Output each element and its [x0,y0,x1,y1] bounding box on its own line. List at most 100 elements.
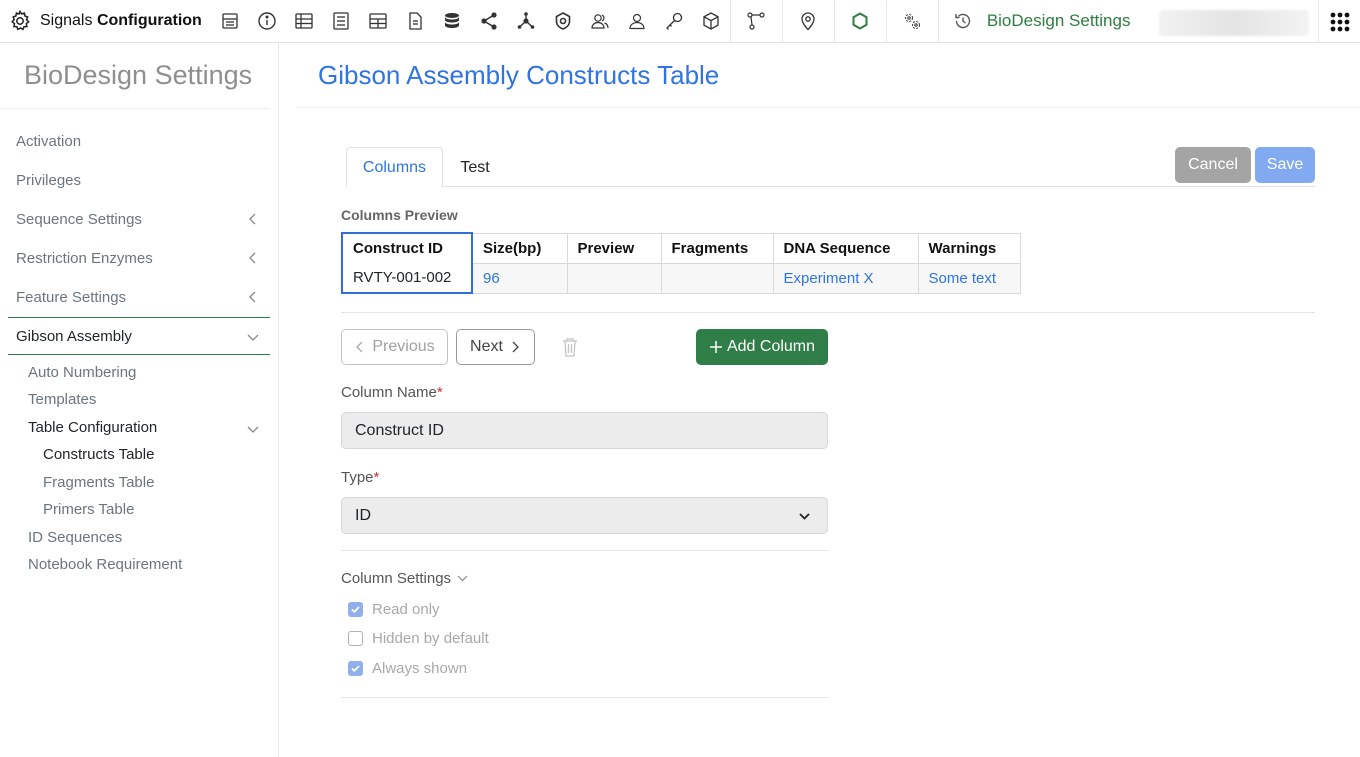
table-cell: RVTY-001-002 [341,263,473,294]
share-icon[interactable] [471,0,508,43]
divider [341,550,828,551]
type-select[interactable]: ID [341,497,828,534]
sidebar-item-restriction-enzymes[interactable]: Restriction Enzymes [8,239,270,277]
sidebar-subitem-id-sequences[interactable]: ID Sequences [28,529,122,546]
column-header-dna-sequence[interactable]: DNA Sequence [772,232,919,264]
location-pin-icon[interactable] [781,0,834,43]
sidebar-subsubitem-fragments-table[interactable]: Fragments Table [43,474,154,491]
column-name-label: Column Name* [341,384,443,401]
document-list-icon[interactable] [323,0,360,43]
chevron-left-icon [249,213,256,225]
info-icon[interactable] [249,0,286,43]
sidebar-subitem-notebook-requirement[interactable]: Notebook Requirement [28,556,182,573]
tab-test[interactable]: Test [446,147,504,188]
checkbox-label: Read only [372,601,440,618]
tab-bar: Columns Test [346,147,1315,188]
type-label: Type* [341,469,380,486]
chevron-left-icon [356,341,363,353]
sidebar-item-feature-settings[interactable]: Feature Settings [8,278,270,316]
main-content: Gibson Assembly Constructs Table Columns… [280,43,1360,757]
add-column-label: Add Column [726,338,816,355]
previous-label: Previous [372,338,435,355]
column-header-fragments[interactable]: Fragments [660,232,774,264]
key-icon[interactable] [656,0,693,43]
cancel-button[interactable]: Cancel [1175,147,1251,183]
sidebar-subitem-auto-numbering[interactable]: Auto Numbering [28,364,136,381]
checkbox-checked-icon [348,602,363,617]
previous-button[interactable]: Previous [341,329,448,365]
table-icon[interactable] [360,0,397,43]
shield-icon[interactable] [545,0,582,43]
table-cell: Some text [917,262,1021,294]
sidebar: BioDesign Settings Activation Privileges… [0,43,279,757]
save-button[interactable]: Save [1255,147,1315,183]
divider [296,107,1360,108]
checkbox-unchecked-icon [348,631,363,646]
chevron-left-icon [249,291,256,303]
columns-preview-table: Construct ID Size(bp) Preview Fragments … [341,232,1021,294]
chevron-down-icon [457,575,468,582]
hidden-by-default-checkbox[interactable]: Hidden by default [348,630,489,647]
sidebar-item-label: Activation [16,132,82,150]
column-header-construct-id[interactable]: Construct ID [341,232,473,263]
sidebar-subsubitem-constructs-table[interactable]: Constructs Table [43,446,154,463]
users-icon[interactable] [582,0,619,43]
history-icon [955,13,970,29]
path-icon[interactable] [729,0,782,43]
sidebar-subsubitem-primers-table[interactable]: Primers Table [43,501,134,518]
molecule-icon[interactable] [833,0,886,43]
sidebar-item-sequence-settings[interactable]: Sequence Settings [8,200,270,238]
user-menu[interactable] [1159,10,1309,36]
sidebar-item-gibson-assembly[interactable]: Gibson Assembly [8,317,270,355]
columns-preview-label: Columns Preview [341,207,458,223]
chevron-down-icon [247,334,259,341]
user-icon[interactable] [619,0,656,43]
table-cell [660,262,774,294]
cube-icon[interactable] [693,0,730,43]
sidebar-item-activation[interactable]: Activation [8,122,270,160]
app-brand[interactable]: Signals Configuration [0,0,202,43]
settings-gears-icon[interactable] [885,0,938,43]
add-column-button[interactable]: Add Column [696,329,828,365]
chevron-left-icon [249,252,256,264]
network-icon[interactable] [508,0,545,43]
column-settings-toggle[interactable]: Column Settings [341,570,469,587]
page-title: Gibson Assembly Constructs Table [318,60,720,90]
column-header-size[interactable]: Size(bp) [471,232,568,264]
app-launcher-button[interactable] [1318,0,1360,43]
grid-icon[interactable] [286,0,323,43]
trash-icon[interactable] [561,337,579,357]
column-header-preview[interactable]: Preview [566,232,662,264]
chevron-right-icon [512,341,519,353]
checkbox-checked-icon [348,661,363,676]
file-icon[interactable] [397,0,434,43]
sidebar-item-privileges[interactable]: Privileges [8,161,270,199]
checkbox-label: Always shown [372,660,468,677]
top-title: BioDesign Settings [986,11,1131,30]
sidebar-subitem-table-configuration[interactable]: Table Configuration [28,419,268,436]
sidebar-item-label: Gibson Assembly [16,327,132,345]
column-name-input[interactable]: Construct ID [341,412,828,449]
current-app-indicator[interactable]: BioDesign Settings [937,0,1131,43]
app-title: Signals Configuration [40,12,202,29]
table-row: RVTY-001-002 96 Experiment X Some text [341,262,1021,294]
divider [341,312,1315,313]
sidebar-item-label: Feature Settings [16,288,127,306]
always-shown-checkbox[interactable]: Always shown [348,660,467,677]
column-header-warnings[interactable]: Warnings [917,232,1021,264]
next-label: Next [470,338,503,355]
sidebar-item-label: Restriction Enzymes [16,249,153,267]
tab-columns[interactable]: Columns [346,147,443,188]
table-cell [566,262,662,294]
table-header-row: Construct ID Size(bp) Preview Fragments … [341,232,1021,264]
next-button[interactable]: Next [456,329,535,365]
chevron-down-icon [247,426,259,433]
top-bar: Signals Configuration BioDesign Settings [0,0,1360,43]
chevron-down-icon [799,513,810,520]
sidebar-item-label: Privileges [16,171,82,189]
sidebar-subitem-templates[interactable]: Templates [28,391,96,408]
layout-icon[interactable] [212,0,249,43]
read-only-checkbox[interactable]: Read only [348,601,440,618]
checkbox-label: Hidden by default [372,630,489,647]
database-icon[interactable] [434,0,471,43]
